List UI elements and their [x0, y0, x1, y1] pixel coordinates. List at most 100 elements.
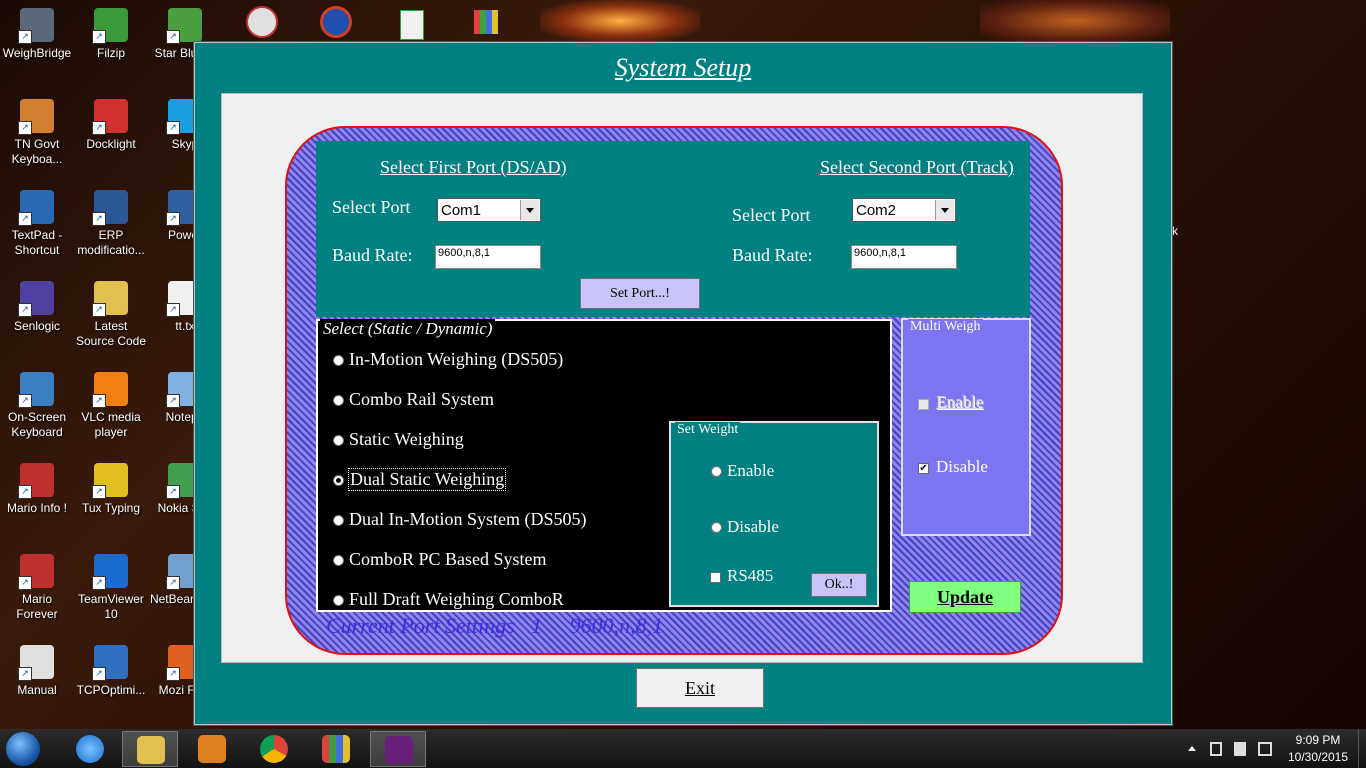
- tray-chevron-up-icon[interactable]: [1188, 746, 1196, 751]
- desktop-icon-tcpoptimizer[interactable]: ↗ TCPOptimi...: [74, 645, 148, 698]
- desktop-icon-osk[interactable]: ↗ On-Screen Keyboard: [0, 372, 74, 440]
- taskbar-chrome[interactable]: [246, 731, 302, 767]
- option-radio[interactable]: [333, 515, 344, 526]
- multi-enable-checkbox[interactable]: [918, 399, 929, 410]
- taskbar-apps[interactable]: [308, 731, 364, 767]
- desktop-icon-word-doc[interactable]: ↗ ERP modificatio...: [74, 190, 148, 258]
- desktop-icon-label: Mario Forever: [16, 592, 58, 621]
- multi-disable-label: Disable: [936, 457, 988, 476]
- shortcut-arrow-icon: ↗: [166, 576, 180, 590]
- start-orb-icon[interactable]: [6, 732, 40, 766]
- set-weight-disable-label: Disable: [727, 517, 779, 536]
- desktop-icon-folder[interactable]: ↗ Latest Source Code: [74, 281, 148, 349]
- option-radio[interactable]: [333, 395, 344, 406]
- mario-icon: ↗: [18, 463, 54, 499]
- desktop-icon-manual[interactable]: ↗ Manual: [0, 645, 74, 698]
- desktop-icon-teamviewer[interactable]: ↗ TeamViewer 10: [74, 554, 148, 622]
- set-weight-enable-label: Enable: [727, 461, 775, 480]
- option-radio[interactable]: [333, 435, 344, 446]
- wallpaper-light: [980, 0, 1170, 42]
- tux-icon: ↗: [92, 463, 128, 499]
- taskbar-explorer[interactable]: [122, 731, 178, 767]
- set-weight-enable-radio[interactable]: [711, 466, 722, 477]
- shortcut-arrow-icon: ↗: [92, 212, 106, 226]
- rs485-label: RS485: [727, 566, 774, 585]
- desktop-icon-label: TN Govt Keyboa...: [11, 137, 63, 166]
- senlogic-icon: ↗: [18, 281, 54, 317]
- baud2-input[interactable]: 9600,n,8,1: [851, 245, 957, 269]
- select-port-label-2: Select Port: [732, 205, 811, 225]
- shortcut-arrow-icon: ↗: [18, 394, 32, 408]
- baud1-input[interactable]: 9600,n,8,1: [435, 245, 541, 269]
- desktop-icon-vlc[interactable]: ↗ VLC media player: [74, 372, 148, 440]
- option-label[interactable]: ComboR PC Based System: [349, 549, 547, 570]
- taskbar-ie[interactable]: [62, 731, 118, 767]
- port2-combobox[interactable]: Com2: [852, 198, 956, 222]
- media-icon: [198, 735, 226, 763]
- desktop-icon-tux[interactable]: ↗ Tux Typing: [74, 463, 148, 516]
- green-doc-icon[interactable]: [400, 10, 424, 40]
- desktop-icon-keyboard[interactable]: ↗ TN Govt Keyboa...: [0, 99, 74, 167]
- shortcut-arrow-icon: ↗: [166, 121, 180, 135]
- desktop-icon-senlogic[interactable]: ↗ Senlogic: [0, 281, 74, 334]
- set-weight-disable-radio[interactable]: [711, 522, 722, 533]
- word-doc-icon: ↗: [92, 190, 128, 226]
- show-desktop-button[interactable]: [1358, 729, 1366, 768]
- desktop-icon-filzip[interactable]: ↗ Filzip: [74, 8, 148, 61]
- exit-button[interactable]: Exit: [636, 668, 764, 708]
- offscreen-k-text: k: [1172, 224, 1178, 238]
- system-setup-window: System Setup Select First Port (DS/AD) S…: [194, 42, 1172, 725]
- manual-icon: ↗: [18, 645, 54, 681]
- multi-disable-checkbox[interactable]: ✔: [918, 463, 929, 474]
- desktop-icon-label: Senlogic: [13, 319, 61, 333]
- option-radio[interactable]: [333, 475, 344, 486]
- port1-combobox[interactable]: Com1: [437, 198, 541, 222]
- tray-device-icon[interactable]: [1210, 742, 1222, 756]
- ok-button[interactable]: Ok..!: [811, 573, 867, 597]
- taskbar-media[interactable]: [184, 731, 240, 767]
- set-port-button[interactable]: Set Port...!: [580, 278, 700, 309]
- shortcut-arrow-icon: ↗: [166, 212, 180, 226]
- option-radio[interactable]: [333, 555, 344, 566]
- desktop-icon-label: TCPOptimi...: [76, 683, 146, 697]
- desktop-icon-label: Docklight: [86, 137, 136, 151]
- chevron-down-icon[interactable]: [520, 200, 539, 220]
- clock-time[interactable]: 9:09 PM: [1280, 733, 1356, 747]
- option-radio[interactable]: [333, 355, 344, 366]
- tray-network-icon[interactable]: [1258, 742, 1272, 756]
- clock-date[interactable]: 10/30/2015: [1280, 750, 1356, 764]
- update-button[interactable]: Update: [909, 581, 1021, 613]
- tray-flag-icon[interactable]: [1234, 742, 1246, 756]
- option-label[interactable]: Dual In-Motion System (DS505): [349, 509, 587, 530]
- desktop-icon-weighbridge[interactable]: ↗ WeighBridge: [0, 8, 74, 61]
- weighbridge-icon: ↗: [18, 8, 54, 44]
- apps-icon[interactable]: [474, 10, 498, 34]
- option-label[interactable]: Combo Rail System: [349, 389, 494, 410]
- rs485-checkbox[interactable]: [710, 572, 721, 583]
- bluestacks-icon: ↗: [166, 8, 202, 44]
- shortcut-arrow-icon: ↗: [92, 394, 106, 408]
- shortcut-arrow-icon: ↗: [166, 667, 180, 681]
- shortcut-arrow-icon: ↗: [166, 303, 180, 317]
- network-icon[interactable]: [246, 6, 278, 38]
- option-label[interactable]: Full Draft Weighing ComboR: [349, 589, 564, 610]
- eclipse-icon[interactable]: [320, 6, 352, 38]
- option-label[interactable]: Dual Static Weighing: [348, 468, 507, 491]
- option-label[interactable]: Static Weighing: [349, 429, 464, 450]
- taskbar-visual-studio[interactable]: [370, 731, 426, 767]
- shortcut-arrow-icon: ↗: [18, 30, 32, 44]
- desktop-icon-docklight[interactable]: ↗ Docklight: [74, 99, 148, 152]
- chevron-down-icon[interactable]: [935, 200, 954, 220]
- desktop-icon-mario[interactable]: ↗ Mario Info !: [0, 463, 74, 516]
- desktop-icon-mario-forever[interactable]: ↗ Mario Forever: [0, 554, 74, 622]
- visual-studio-icon: [385, 736, 413, 764]
- teamviewer-icon: ↗: [92, 554, 128, 590]
- option-radio[interactable]: [333, 595, 344, 606]
- shortcut-arrow-icon: ↗: [18, 667, 32, 681]
- desktop-icon-textpad[interactable]: ↗ TextPad - Shortcut: [0, 190, 74, 258]
- multi-weigh-legend: Multi Weigh: [908, 319, 983, 335]
- shortcut-arrow-icon: ↗: [92, 303, 106, 317]
- option-label[interactable]: In-Motion Weighing (DS505): [349, 349, 563, 370]
- shortcut-arrow-icon: ↗: [18, 485, 32, 499]
- desktop-icon-label: TextPad - Shortcut: [11, 228, 63, 257]
